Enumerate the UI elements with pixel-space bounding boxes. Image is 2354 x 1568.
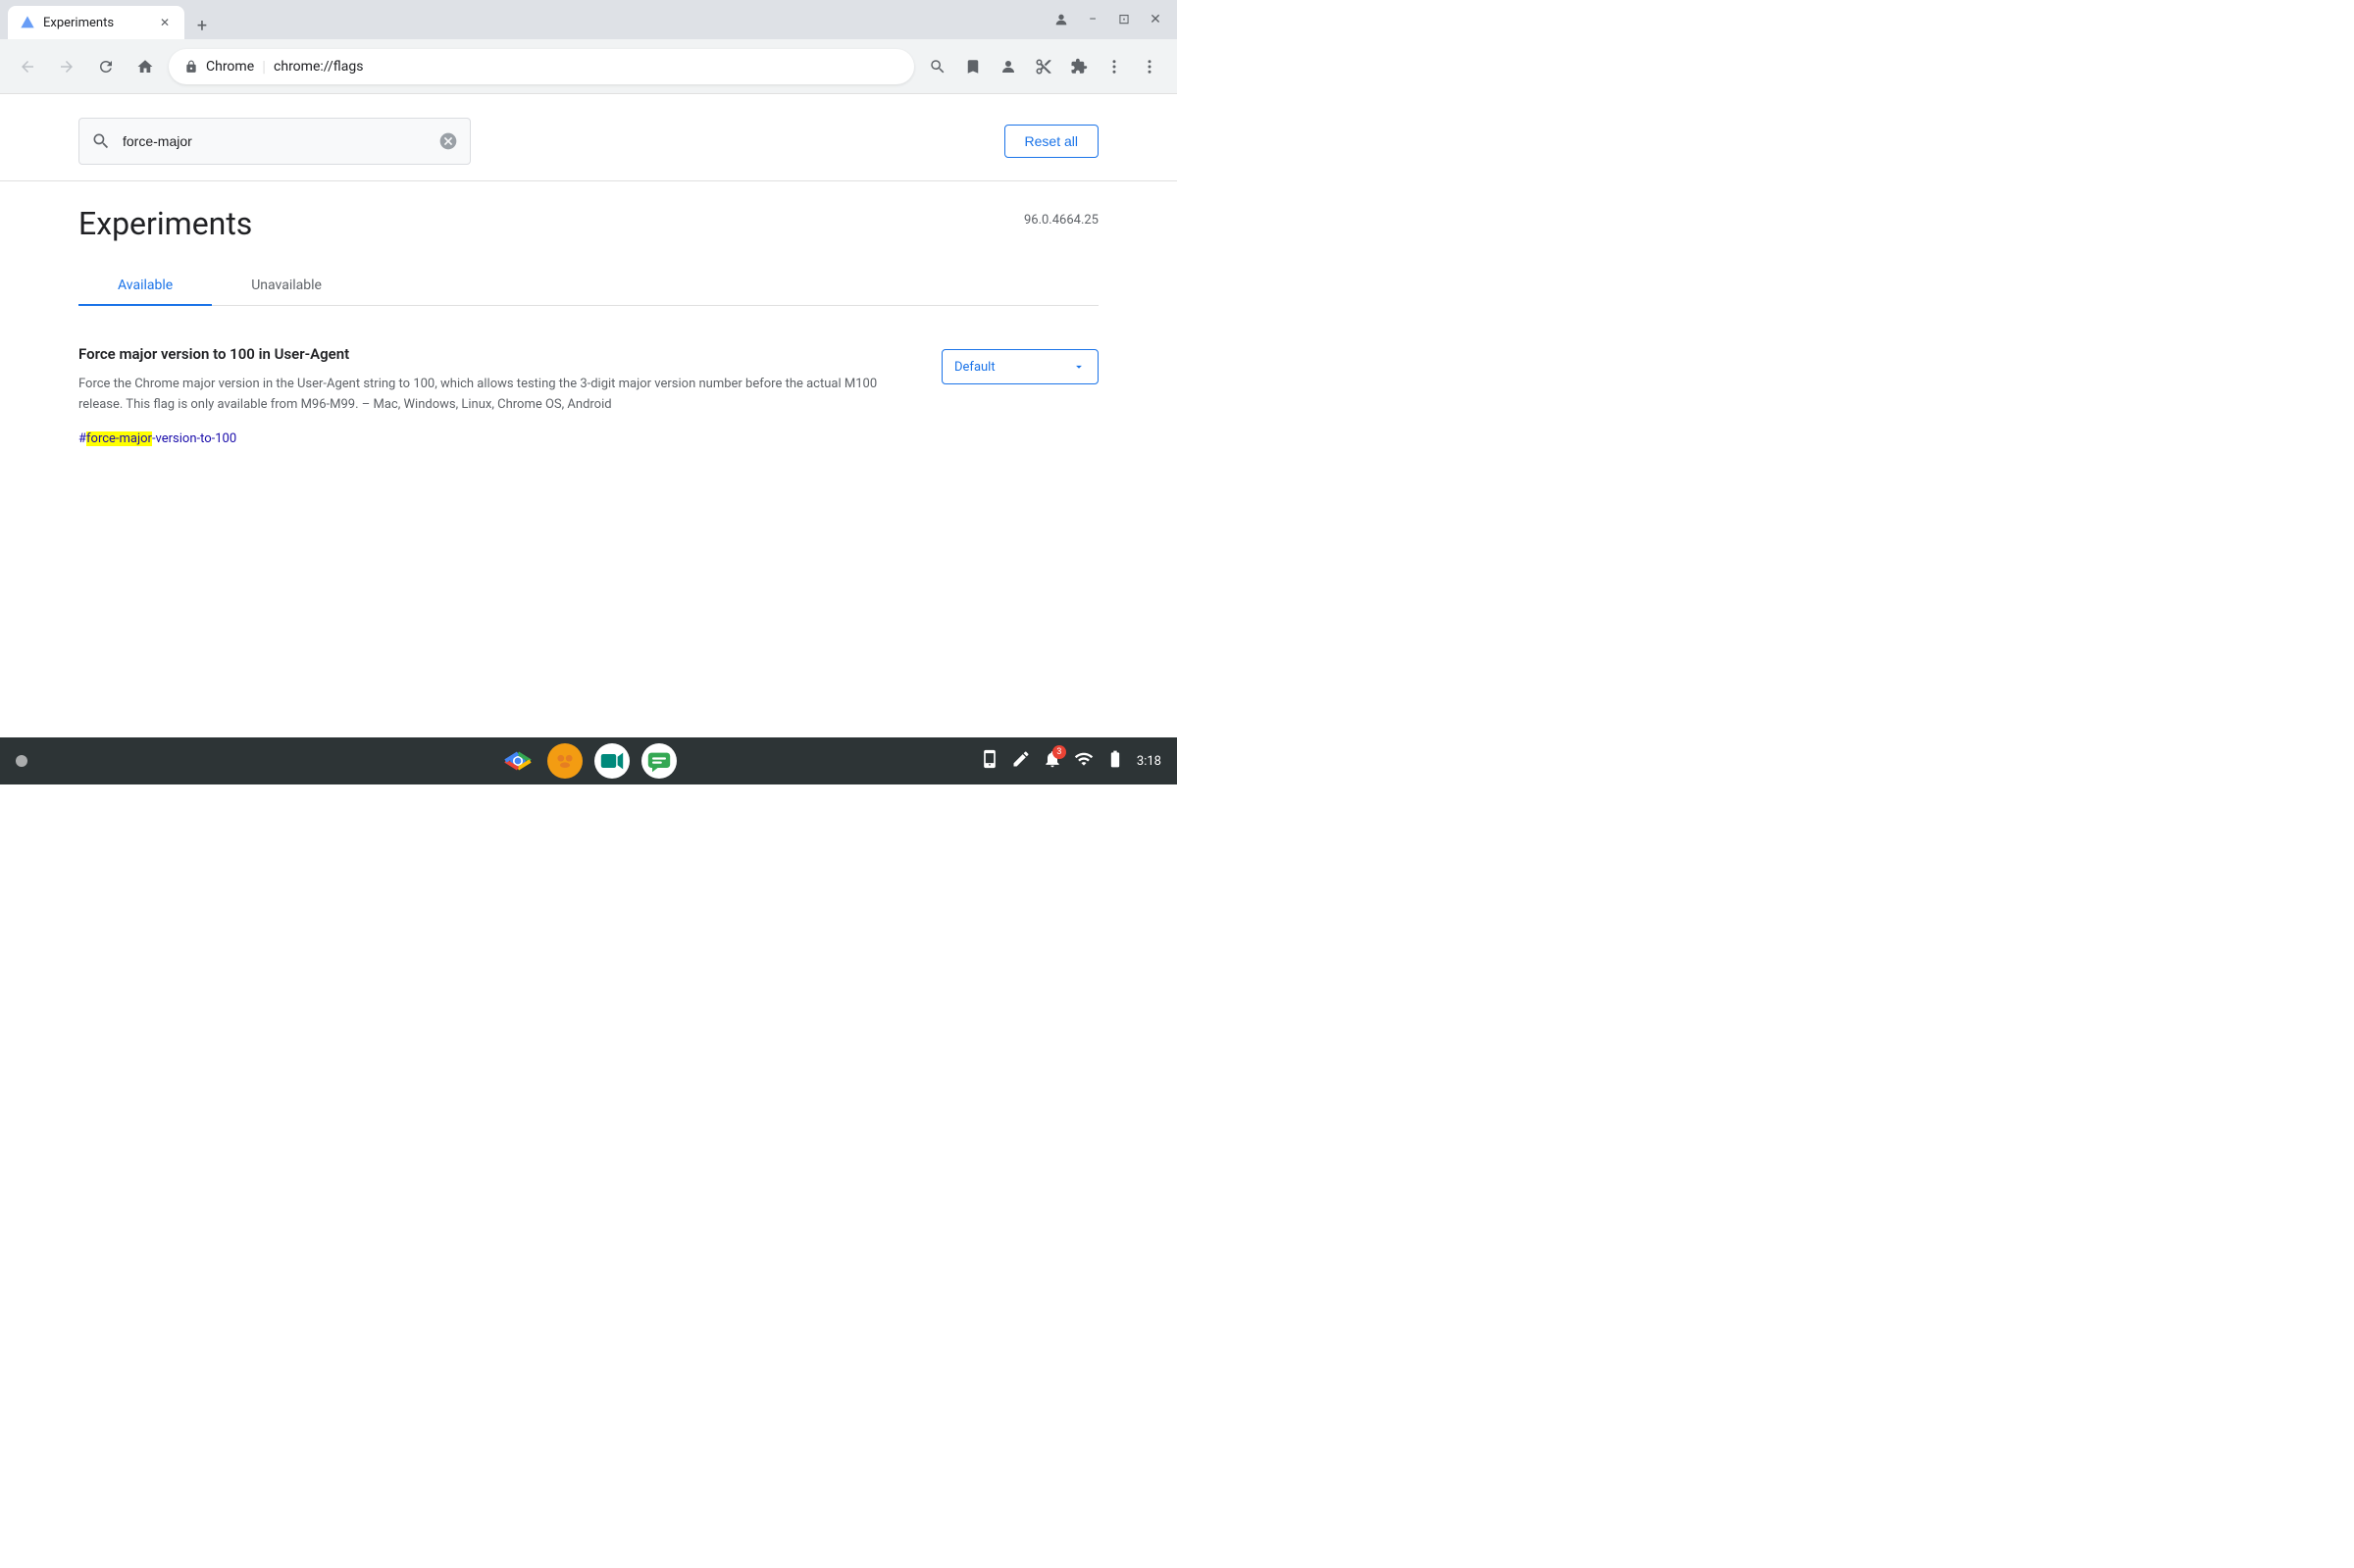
- taskbar-screenshot-icon[interactable]: [980, 749, 999, 773]
- minimize-button[interactable]: −: [1079, 6, 1106, 33]
- bookmark-button[interactable]: [957, 51, 989, 82]
- extension-button[interactable]: [1099, 51, 1130, 82]
- titlebar: Experiments ✕ + − ⊡ ✕: [0, 0, 1177, 39]
- tab-favicon: [20, 15, 35, 30]
- taskbar-app-meet[interactable]: [594, 743, 630, 779]
- chrome-taskbar-icon: [504, 747, 532, 775]
- taskbar-chrome-app[interactable]: [500, 743, 536, 779]
- search-toolbar-button[interactable]: [922, 51, 953, 82]
- flag-dropdown[interactable]: Default: [942, 349, 1099, 384]
- flag-item: Force major version to 100 in User-Agent…: [78, 329, 1099, 462]
- flags-list: Force major version to 100 in User-Agent…: [0, 306, 1177, 485]
- address-site-name: Chrome: [206, 59, 254, 75]
- chat-app-icon: [645, 747, 673, 775]
- flag-link-suffix: -version-to-100: [152, 431, 236, 446]
- tab-available[interactable]: Available: [78, 266, 212, 305]
- back-button[interactable]: [12, 51, 43, 82]
- menu-button[interactable]: [1134, 51, 1165, 82]
- flag-title: Force major version to 100 in User-Agent: [78, 345, 918, 363]
- toolbar: Chrome | chrome://flags: [0, 39, 1177, 94]
- taskbar-notification-icon[interactable]: 3: [1043, 749, 1062, 773]
- search-area: Reset all: [0, 94, 1177, 165]
- taskbar-battery-icon[interactable]: [1105, 749, 1125, 773]
- taskbar-left: [16, 755, 27, 767]
- page-content: Reset all Experiments 96.0.4664.25 Avail…: [0, 94, 1177, 737]
- tab-unavailable[interactable]: Unavailable: [212, 266, 361, 305]
- flag-link-prefix: #: [78, 431, 86, 446]
- titlebar-controls: − ⊡ ✕: [1048, 6, 1169, 33]
- taskbar-time: 3:18: [1137, 754, 1161, 769]
- clear-search-icon[interactable]: [438, 131, 458, 151]
- yellow-app-icon: [551, 747, 579, 775]
- new-tab-button[interactable]: +: [188, 12, 216, 39]
- taskbar-app-yellow[interactable]: [547, 743, 583, 779]
- taskbar-right: 3 3:18: [980, 749, 1161, 773]
- flag-link[interactable]: #force-major-version-to-100: [78, 431, 236, 446]
- flag-description: Force the Chrome major version in the Us…: [78, 375, 918, 416]
- scissors-button[interactable]: [1028, 51, 1059, 82]
- tabs-container: Available Unavailable: [78, 266, 1099, 306]
- forward-button[interactable]: [51, 51, 82, 82]
- profile-toolbar-button[interactable]: [993, 51, 1024, 82]
- taskbar-indicator: [16, 755, 27, 767]
- tab-close-button[interactable]: ✕: [157, 15, 173, 30]
- address-separator: |: [262, 57, 266, 76]
- reset-all-button[interactable]: Reset all: [1004, 125, 1099, 158]
- flag-link-highlight: force-major: [86, 431, 152, 446]
- maximize-button[interactable]: ⊡: [1110, 6, 1138, 33]
- search-input[interactable]: [123, 133, 427, 149]
- search-icon: [91, 131, 111, 151]
- flag-dropdown-value: Default: [954, 360, 996, 375]
- active-tab[interactable]: Experiments ✕: [8, 6, 184, 39]
- toolbar-icons: [922, 51, 1165, 82]
- address-url: chrome://flags: [274, 59, 363, 75]
- notification-badge: 3: [1052, 745, 1066, 759]
- taskbar-wifi-icon[interactable]: [1074, 749, 1094, 773]
- taskbar: 3 3:18: [0, 737, 1177, 784]
- taskbar-app-chat[interactable]: [641, 743, 677, 779]
- address-bar[interactable]: Chrome | chrome://flags: [169, 49, 914, 84]
- taskbar-center: [500, 743, 677, 779]
- profile-button[interactable]: [1048, 6, 1075, 33]
- tab-title: Experiments: [43, 16, 149, 30]
- puzzle-button[interactable]: [1063, 51, 1095, 82]
- meet-app-icon: [598, 747, 626, 775]
- taskbar-pen-icon[interactable]: [1011, 749, 1031, 773]
- flag-content: Force major version to 100 in User-Agent…: [78, 345, 918, 446]
- version-text: 96.0.4664.25: [1024, 213, 1099, 228]
- reload-button[interactable]: [90, 51, 122, 82]
- lock-icon: [184, 60, 198, 74]
- tab-strip: Experiments ✕ +: [8, 0, 1044, 39]
- close-button[interactable]: ✕: [1142, 6, 1169, 33]
- page-title: Experiments: [78, 205, 252, 242]
- dropdown-arrow-icon: [1072, 360, 1086, 374]
- search-box[interactable]: [78, 118, 471, 165]
- experiments-header: Experiments 96.0.4664.25: [0, 181, 1177, 242]
- home-button[interactable]: [129, 51, 161, 82]
